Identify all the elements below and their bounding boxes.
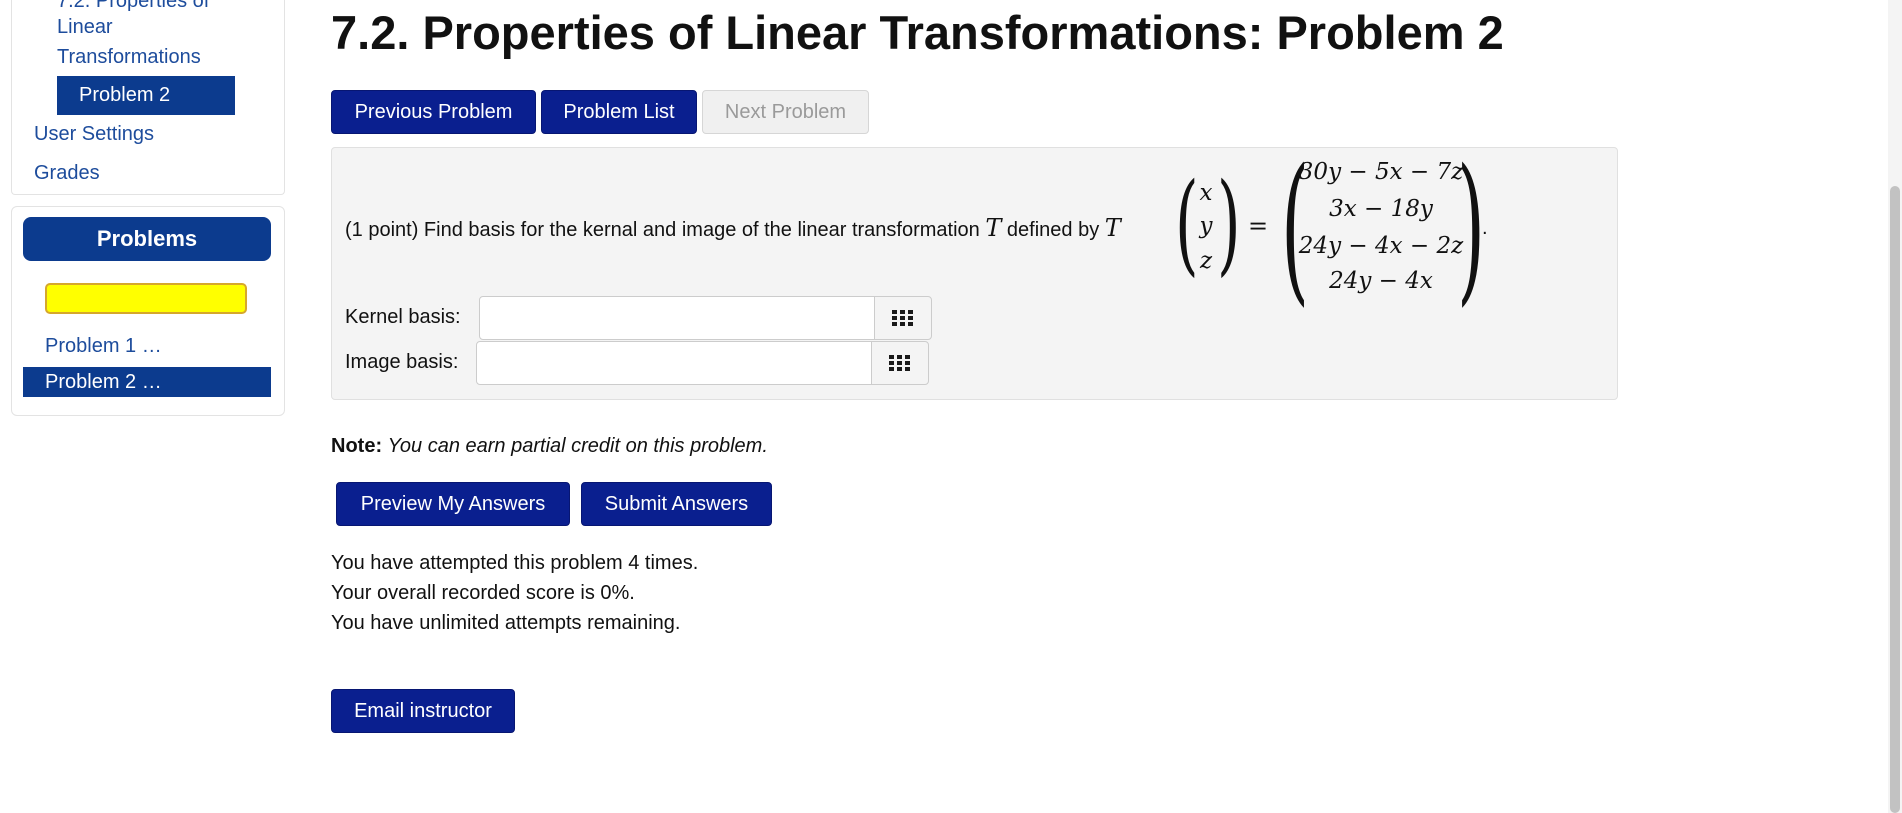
previous-problem-button[interactable]: Previous Problem: [331, 90, 536, 134]
nav-section-link-line3[interactable]: Transformations: [57, 42, 201, 72]
input-vector-y: y: [1199, 213, 1213, 239]
kernel-basis-label: Kernel basis:: [345, 306, 461, 328]
progress-highlight-bar: [45, 283, 247, 314]
grid-icon: [892, 310, 913, 326]
problems-header: Problems: [23, 217, 271, 261]
image-basis-label: Image basis:: [345, 351, 459, 373]
output-vector-row-1: 30y − 5x − 7z: [1298, 159, 1464, 185]
email-instructor-button[interactable]: Email instructor: [331, 689, 515, 733]
kernel-basis-tool-button[interactable]: [874, 296, 932, 340]
problem-list-item-2[interactable]: Problem 2 …: [23, 367, 271, 397]
right-paren-input: ): [1217, 159, 1241, 287]
problem-list-item-1[interactable]: Problem 1 …: [23, 331, 271, 361]
input-vector-x: x: [1199, 180, 1213, 206]
remaining-attempts-status: You have unlimited attempts remaining.: [331, 612, 681, 634]
output-vector-row-2: 3x − 18y: [1329, 196, 1433, 222]
note-label: Note:: [331, 435, 383, 457]
output-vector-row-3: 24y − 4x − 2z: [1298, 233, 1464, 259]
grid-icon: [889, 355, 910, 371]
nav-user-settings[interactable]: User Settings: [34, 119, 154, 149]
math-T: T: [985, 214, 1002, 242]
page-title: 7.2. Properties of Linear Transformation…: [331, 6, 1504, 59]
problem-statement: (1 point) Find basis for the kernal and …: [345, 214, 1121, 244]
nav-section-link-line2[interactable]: Linear: [57, 12, 113, 42]
note-text: You can earn partial credit on this prob…: [387, 435, 768, 457]
math-T-function: T: [1104, 214, 1121, 242]
page-scrollbar-thumb[interactable]: [1890, 186, 1900, 813]
right-paren-output: ): [1457, 134, 1486, 321]
preview-answers-button[interactable]: Preview My Answers: [336, 482, 570, 526]
image-basis-tool-button[interactable]: [871, 341, 929, 385]
partial-credit-note: Note: You can earn partial credit on thi…: [331, 432, 768, 460]
submit-answers-button[interactable]: Submit Answers: [581, 482, 772, 526]
problem-list-button[interactable]: Problem List: [541, 90, 697, 134]
score-status: Your overall recorded score is 0%.: [331, 582, 635, 604]
attempts-status: You have attempted this problem 4 times.: [331, 552, 699, 574]
image-basis-input[interactable]: [476, 341, 872, 385]
kernel-basis-input[interactable]: [479, 296, 875, 340]
problem-text: (1 point) Find basis for the kernal and …: [345, 219, 986, 241]
output-vector-row-4: 24y − 4x: [1329, 268, 1433, 294]
next-problem-button: Next Problem: [702, 90, 869, 134]
nav-item-problem-2[interactable]: Problem 2: [57, 76, 235, 115]
input-vector-z: z: [1199, 248, 1213, 274]
problem-defined-by: defined by: [1001, 219, 1105, 241]
problem-period: .: [1482, 217, 1488, 239]
nav-grades[interactable]: Grades: [34, 158, 100, 188]
equals-sign: =: [1248, 212, 1269, 240]
